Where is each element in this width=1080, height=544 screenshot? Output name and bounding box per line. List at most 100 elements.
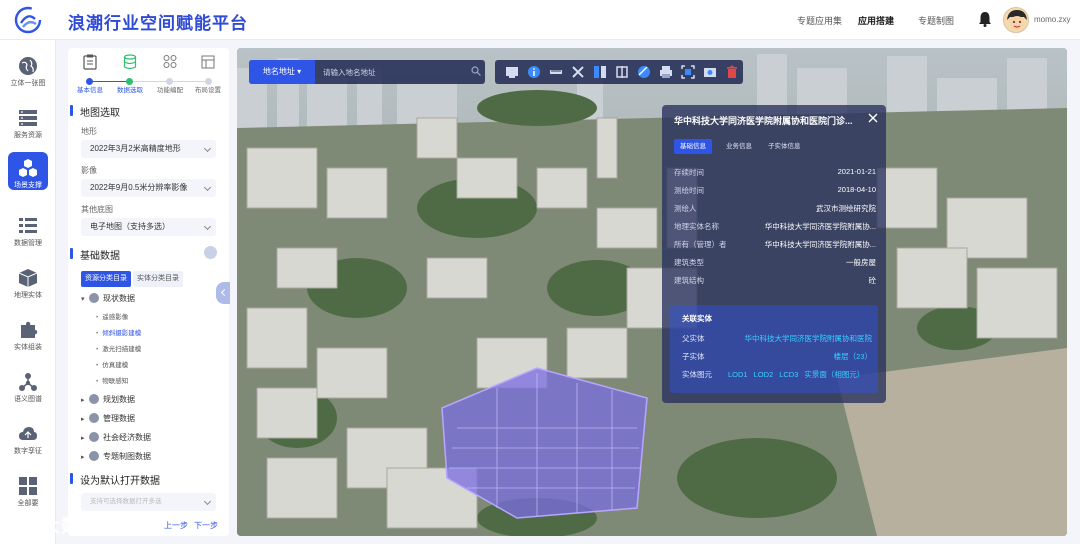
lod2-link[interactable]: LOD2 — [754, 370, 774, 379]
cross-icon[interactable] — [571, 65, 585, 79]
tree-node-thematic-data[interactable]: ▸ 专题制图数据 — [81, 451, 151, 462]
prev-step-button[interactable]: 上一步 — [164, 520, 188, 531]
info-row: 地理实体名称 华中科技大学同济医学院附属协... — [674, 221, 876, 233]
step-label: 功能编配 — [157, 87, 183, 94]
parent-entity-link[interactable]: 华中科技大学同济医学院附属协和医院 — [745, 333, 873, 344]
tree-node-label: 管理数据 — [103, 414, 135, 423]
slice-icon[interactable] — [637, 65, 651, 79]
search-icon[interactable] — [204, 246, 217, 259]
sidebar-label: 服务资源 — [14, 132, 42, 139]
entity-info-panel: 华中科技大学同济医学院附属协和医院门诊... 基础信息 业务信息 子实体信息 存… — [662, 105, 886, 403]
screen-icon[interactable] — [505, 65, 519, 79]
entity-info-title: 华中科技大学同济医学院附属协和医院门诊... — [674, 116, 853, 126]
tab-entity-catalog[interactable]: 实体分类目录 — [133, 271, 183, 287]
sidebar-label: 实体组装 — [14, 344, 42, 351]
default-data-select[interactable]: 支持可选择数据打开多选 — [81, 493, 216, 511]
step-dot — [166, 78, 173, 85]
tree-leaf[interactable]: 激光扫描建模 — [96, 343, 141, 353]
sidebar-item-services[interactable]: 服务资源 — [0, 102, 56, 152]
nav-app-build[interactable]: 应用搭建 — [858, 14, 894, 27]
child-entity-link[interactable]: 楼层（23） — [834, 351, 872, 362]
sidebar-item-semantic-graph[interactable]: 语义图谱 — [0, 366, 56, 416]
info-key: 存续时间 — [674, 168, 704, 177]
step-function-config[interactable]: 功能编配 — [150, 54, 190, 94]
next-step-button[interactable]: 下一步 — [194, 520, 218, 531]
realscene-link[interactable]: 实景面（相图元） — [804, 370, 864, 379]
info-icon[interactable] — [527, 65, 541, 79]
place-search-input[interactable] — [323, 60, 463, 84]
tab-resource-catalog[interactable]: 资源分类目录 — [81, 271, 131, 287]
info-row: 建筑结构 砼 — [674, 275, 876, 287]
gear-icon — [89, 293, 99, 303]
sidebar-label: 全部要 — [17, 500, 39, 507]
search-type-select[interactable]: 地名地址 ▾ — [249, 60, 315, 84]
database-icon — [123, 54, 137, 70]
info-key: 建筑类型 — [674, 258, 704, 267]
sidebar-item-digital-twin[interactable]: 数字孪征 — [0, 418, 56, 468]
puzzle-icon — [21, 321, 38, 338]
tree-node-current-data[interactable]: ▾ 现状数据 — [81, 293, 135, 304]
gear-icon — [89, 451, 99, 461]
print-icon[interactable] — [659, 65, 673, 79]
terrain-select[interactable]: 2022年3月2米高精度地形 — [81, 140, 216, 158]
cloud-icon — [19, 427, 37, 440]
tree-leaf[interactable]: 遥感影像 — [96, 311, 128, 321]
avatar[interactable] — [1003, 7, 1029, 33]
top-header: 浪潮行业空间赋能平台 专题应用集 应用搭建 专题制图 momo.zxy — [0, 0, 1080, 40]
tab-basic-info[interactable]: 基础信息 — [674, 139, 712, 154]
info-key: 测绘时间 — [674, 186, 704, 195]
sidebar-item-data-mgmt[interactable]: 数据管理 — [0, 210, 56, 260]
sidebar-item-scene-support[interactable]: 场景支撑 — [0, 152, 56, 202]
step-label: 数据选取 — [117, 87, 143, 94]
sidebar-label: 立体一张图 — [10, 80, 46, 87]
info-row: 测绘时间 2018-04-10 — [674, 185, 876, 197]
step-basic-info[interactable]: 基本信息 — [70, 54, 110, 94]
search-icon[interactable] — [471, 66, 481, 76]
tree-leaf[interactable]: 仿真建模 — [96, 359, 128, 369]
search-type-label: 地名地址 — [262, 67, 295, 76]
sidebar-label: 数字孪征 — [14, 448, 42, 455]
close-icon[interactable] — [868, 113, 878, 123]
step-layout-settings[interactable]: 布局设置 — [188, 54, 228, 94]
tree-node-management-data[interactable]: ▸ 管理数据 — [81, 413, 135, 424]
city-scene — [237, 48, 1067, 536]
basemap-select[interactable]: 电子地图（支持多选） — [81, 218, 216, 236]
step-data-select[interactable]: 数据选取 — [110, 54, 150, 94]
layout-icon — [201, 55, 215, 69]
gear-icon — [89, 432, 99, 442]
app-title: 浪潮行业空间赋能平台 — [68, 14, 248, 33]
tree-leaf[interactable]: 倾斜摄影建模 — [96, 327, 141, 337]
tree-node-planning-data[interactable]: ▸ 规划数据 — [81, 394, 135, 405]
tree-node-socioeconomic-data[interactable]: ▸ 社会经济数据 — [81, 432, 151, 443]
child-entity-row: 子实体 楼层（23） — [682, 351, 872, 362]
sidebar-item-geo-entity[interactable]: 地理实体 — [0, 262, 56, 312]
map-3d-view[interactable]: 地名地址 ▾ 华中科技大学同济医学院附属协和医院门诊... 基础信息 业务信息 … — [237, 48, 1067, 536]
sidebar-item-entity-assembly[interactable]: 实体组装 — [0, 314, 56, 364]
graph-icon — [19, 373, 37, 391]
server-icon — [19, 110, 37, 126]
split-icon[interactable] — [593, 65, 607, 79]
frame-icon[interactable] — [681, 65, 695, 79]
caret-right-icon: ▸ — [81, 416, 85, 423]
basemap-value: 电子地图（支持多选） — [90, 222, 170, 231]
bell-icon[interactable] — [978, 11, 992, 27]
nav-topic-apps[interactable]: 专题应用集 — [797, 14, 842, 27]
ruler-icon[interactable] — [549, 65, 563, 79]
tab-sub-entity-info[interactable]: 子实体信息 — [762, 139, 807, 154]
panel-collapse-handle[interactable] — [216, 282, 230, 304]
config-panel: 基本信息 数据选取 功能编配 布局设置 地图选取 地形 2022年3月2米高精度… — [68, 48, 229, 536]
sidebar-item-globe-map[interactable]: 立体一张图 — [0, 50, 56, 100]
lcd3-link[interactable]: LCD3 — [779, 370, 798, 379]
info-value: 一般房屋 — [846, 258, 876, 267]
trash-icon[interactable] — [725, 65, 739, 79]
info-row: 存续时间 2021-01-21 — [674, 167, 876, 179]
tab-business-info[interactable]: 业务信息 — [720, 139, 758, 154]
imagery-select[interactable]: 2022年9月0.5米分辨率影像 — [81, 179, 216, 197]
lod1-link[interactable]: LOD1 — [728, 370, 748, 379]
nav-topic-mapping[interactable]: 专题制图 — [918, 14, 954, 27]
icon-sidebar: 立体一张图 服务资源 场景支撑 数据管理 地理实体 实体组装 语义图谱 数字孪征… — [0, 40, 56, 544]
tree-leaf[interactable]: 物联感知 — [96, 375, 128, 385]
compare-icon[interactable] — [615, 65, 629, 79]
apps-icon — [163, 55, 177, 68]
camera-icon[interactable] — [703, 65, 717, 79]
